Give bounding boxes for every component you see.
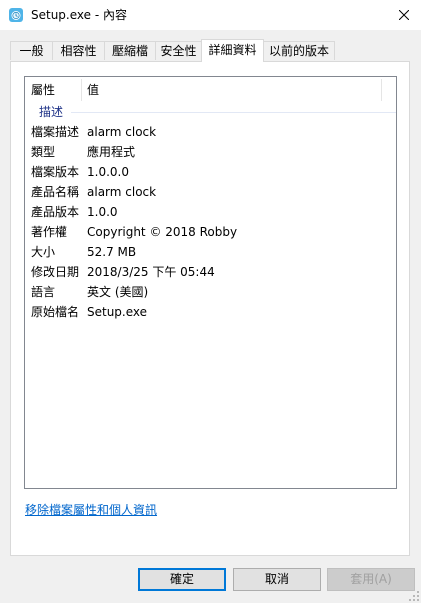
property-value: 1.0.0.0 (87, 165, 129, 179)
property-value: 52.7 MB (87, 245, 137, 259)
property-name: 類型 (31, 145, 56, 159)
property-value: Setup.exe (87, 305, 148, 319)
tab-strip: 一般 相容性 壓縮檔 安全性 詳細資料 以前的版本 (10, 39, 412, 62)
list-item[interactable]: 產品版本 1.0.0 (25, 202, 396, 222)
list-item[interactable]: 修改日期 2018/3/25 下午 05:44 (25, 262, 396, 282)
property-name: 修改日期 (31, 265, 80, 279)
property-name: 檔案版本 (31, 165, 80, 179)
list-item[interactable]: 大小 52.7 MB (25, 242, 396, 262)
property-name: 產品名稱 (31, 185, 80, 199)
property-value: 1.0.0 (87, 205, 118, 219)
column-divider[interactable] (381, 79, 382, 101)
list-item[interactable]: 原始檔名 Setup.exe (25, 302, 396, 322)
list-item[interactable]: 著作權 Copyright © 2018 Robby (25, 222, 396, 242)
list-item[interactable]: 類型 應用程式 (25, 142, 396, 162)
property-name: 產品版本 (31, 205, 80, 219)
tab-details[interactable]: 詳細資料 (201, 39, 264, 62)
property-value: Copyright © 2018 Robby (87, 225, 238, 239)
property-value: 英文 (美國) (87, 285, 149, 299)
properties-list[interactable]: 屬性 值 描述 檔案描述 alarm clock 類型 應用程式 檔案版本 1.… (24, 76, 397, 489)
apply-button[interactable]: 套用(A) (327, 568, 415, 591)
property-value: 2018/3/25 下午 05:44 (87, 265, 215, 279)
list-header: 屬性 值 (25, 77, 396, 101)
resize-grip-icon[interactable] (409, 591, 419, 601)
tab-general[interactable]: 一般 (10, 41, 53, 60)
property-name: 檔案描述 (31, 125, 80, 139)
property-name: 大小 (31, 245, 56, 259)
column-header-property[interactable]: 屬性 (31, 77, 55, 101)
remove-properties-link[interactable]: 移除檔案屬性和個人資訊 (25, 501, 157, 518)
title-bar: Setup.exe - 內容 (0, 0, 421, 30)
property-value: alarm clock (87, 125, 157, 139)
property-value: alarm clock (87, 185, 157, 199)
group-label-description: 描述 (39, 105, 64, 119)
ok-button[interactable]: 確定 (138, 568, 226, 591)
tab-security[interactable]: 安全性 (155, 41, 202, 60)
list-item[interactable]: 檔案描述 alarm clock (25, 122, 396, 142)
column-divider[interactable] (81, 79, 82, 101)
close-icon (399, 10, 409, 20)
tab-previous-versions[interactable]: 以前的版本 (263, 41, 335, 60)
property-value: 應用程式 (87, 145, 136, 159)
list-item[interactable]: 檔案版本 1.0.0.0 (25, 162, 396, 182)
property-name: 著作權 (31, 225, 68, 239)
group-divider (71, 112, 396, 113)
details-panel: 屬性 值 描述 檔案描述 alarm clock 類型 應用程式 檔案版本 1.… (10, 61, 410, 556)
column-header-value[interactable]: 值 (87, 77, 99, 101)
tab-compatibility[interactable]: 相容性 (52, 41, 105, 60)
tab-archive[interactable]: 壓縮檔 (104, 41, 156, 60)
list-item[interactable]: 語言 英文 (美國) (25, 282, 396, 302)
list-item[interactable]: 產品名稱 alarm clock (25, 182, 396, 202)
window-title: Setup.exe - 內容 (31, 8, 127, 22)
cancel-button[interactable]: 取消 (233, 568, 321, 591)
property-name: 語言 (31, 285, 56, 299)
property-name: 原始檔名 (31, 305, 80, 319)
alarm-clock-app-icon (8, 7, 24, 23)
close-button[interactable] (387, 0, 421, 30)
